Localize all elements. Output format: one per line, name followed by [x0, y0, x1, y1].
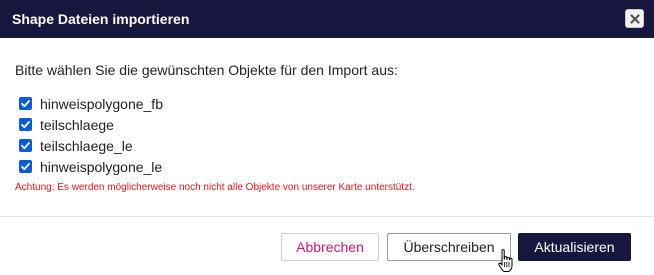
checkmark-icon	[21, 142, 30, 150]
checkmark-icon	[21, 100, 30, 108]
dialog-title: Shape Dateien importieren	[12, 11, 190, 27]
import-shape-dialog: Shape Dateien importieren Bitte wählen S…	[0, 0, 654, 275]
overwrite-button[interactable]: Überschreiben	[387, 233, 511, 261]
footer-divider	[0, 216, 654, 217]
object-item-hinweispolygone-le[interactable]: hinweispolygone_le	[19, 156, 163, 177]
object-item-teilschlaege[interactable]: teilschlaege	[19, 114, 163, 135]
checkmark-icon	[21, 121, 30, 129]
object-label: teilschlaege	[40, 116, 114, 133]
hand-pointer-cursor-icon	[498, 249, 513, 272]
selection-prompt: Bitte wählen Sie die gewünschten Objekte…	[15, 62, 398, 78]
object-label: hinweispolygone_fb	[40, 95, 163, 112]
object-checkbox-list: hinweispolygone_fb teilschlaege teilschl…	[19, 93, 163, 177]
close-icon	[630, 14, 640, 24]
checkbox-checked[interactable]	[19, 139, 32, 152]
close-button[interactable]	[625, 9, 644, 28]
checkbox-checked[interactable]	[19, 160, 32, 173]
cancel-button[interactable]: Abbrechen	[281, 233, 379, 261]
dialog-titlebar: Shape Dateien importieren	[0, 0, 654, 38]
checkbox-checked[interactable]	[19, 118, 32, 131]
checkbox-checked[interactable]	[19, 97, 32, 110]
object-label: teilschlaege_le	[40, 137, 133, 154]
compatibility-warning: Achtung: Es werden möglicherweise noch n…	[15, 182, 415, 193]
object-label: hinweispolygone_le	[40, 158, 163, 175]
object-item-hinweispolygone-fb[interactable]: hinweispolygone_fb	[19, 93, 163, 114]
update-button[interactable]: Aktualisieren	[518, 233, 631, 261]
checkmark-icon	[21, 163, 30, 171]
object-item-teilschlaege-le[interactable]: teilschlaege_le	[19, 135, 163, 156]
